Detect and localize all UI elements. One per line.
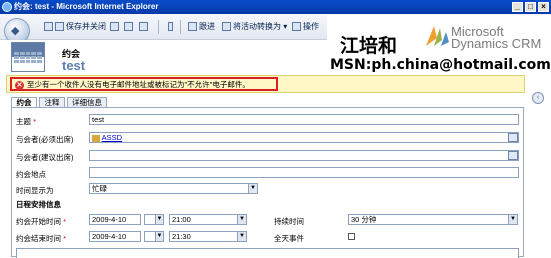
toolbar-separator — [180, 20, 181, 34]
tab-details[interactable]: 详细信息 — [67, 97, 107, 107]
ms-line2: Dynamics CRM — [451, 36, 542, 51]
optional-attendees-label: 与会者(建议出席) — [16, 153, 74, 162]
convert-label: 将活动转换为 — [233, 22, 281, 31]
subject-label: 主题 * — [16, 117, 37, 126]
duration-select[interactable]: 30 分钟 ▼ — [348, 214, 518, 225]
convert-activity-button[interactable]: 将活动转换为 ▾ — [222, 21, 287, 33]
required-attendees-input[interactable]: ASSD — [89, 132, 519, 143]
end-calendar-button[interactable]: ▼ — [144, 231, 164, 242]
schedule-section-title: 日程安排信息 — [16, 200, 61, 209]
maximize-button[interactable]: □ — [525, 2, 536, 12]
close-button[interactable]: × — [538, 2, 549, 12]
show-time-as-select[interactable]: 忙碌 ▼ — [89, 183, 258, 194]
minimize-button[interactable]: _ — [512, 2, 523, 12]
print-button[interactable] — [124, 21, 135, 33]
end-date-input[interactable]: 2009-4-10 — [89, 231, 141, 242]
dynamics-logo-icon — [426, 26, 449, 46]
error-icon: ✕ — [15, 81, 24, 90]
author-watermark: 江培和 Microsoft Dynamics CRM MSN:ph.china@h… — [327, 15, 551, 74]
attach-button[interactable] — [110, 21, 121, 33]
lookup-icon[interactable] — [508, 151, 518, 160]
author-msn: MSN:ph.china@hotmail.com — [330, 57, 551, 73]
convert-icon — [222, 22, 231, 32]
all-day-checkbox[interactable] — [348, 233, 355, 240]
delete-button[interactable] — [139, 21, 150, 33]
ms-dynamics-brand: Microsoft Dynamics CRM — [451, 25, 542, 51]
duration-label: 持续时间 — [274, 217, 304, 226]
delete-icon — [139, 22, 148, 32]
ie-icon — [2, 2, 12, 12]
followup-button[interactable]: 跟进 — [188, 21, 215, 33]
window-title: 约会: test - Microsoft Internet Explorer — [14, 2, 159, 11]
actions-label: 操作 — [303, 22, 319, 31]
start-time-label: 约会开始时间 * — [16, 217, 67, 226]
orb-icon: ◆ — [11, 25, 20, 37]
save-close-label: 保存并关闭 — [66, 22, 106, 31]
appointment-form: 主题 * test 与会者(必须出席) ASSD 与会者(建议出席) 约会地点 … — [11, 107, 524, 258]
calendar-dropdown-icon: ▼ — [155, 215, 163, 224]
lookup-icon[interactable] — [508, 133, 518, 142]
subject-input[interactable]: test — [89, 114, 519, 125]
location-label: 约会地点 — [16, 170, 46, 179]
chevron-down-icon: ▼ — [237, 215, 246, 224]
attachment-button[interactable] — [168, 21, 175, 33]
calendar-dropdown-icon: ▼ — [155, 232, 163, 241]
window-titlebar: 约会: test - Microsoft Internet Explorer _… — [0, 0, 551, 14]
attendee-link[interactable]: ASSD — [102, 133, 122, 142]
actions-button[interactable]: 操作 — [292, 21, 319, 33]
tab-appointment[interactable]: 约会 — [11, 97, 37, 107]
calendar-icon — [11, 42, 45, 72]
location-input[interactable] — [89, 167, 519, 178]
collapse-chevron-icon[interactable]: ‹ — [532, 92, 544, 104]
required-attendees-label: 与会者(必须出席) — [16, 135, 74, 144]
chevron-down-icon: ▼ — [248, 184, 257, 193]
all-day-label: 全天事件 — [274, 234, 304, 243]
chevron-down-icon: ▼ — [508, 215, 517, 224]
save-icon — [44, 22, 53, 32]
save-icon-button[interactable] — [44, 21, 55, 33]
followup-label: 跟进 — [199, 22, 215, 31]
attach-icon — [110, 22, 119, 32]
start-date-input[interactable]: 2009-4-10 — [89, 214, 141, 225]
end-time-select[interactable]: 21:30 ▼ — [169, 231, 247, 242]
save-close-button[interactable]: 保存并关闭 — [55, 21, 106, 33]
author-name: 江培和 — [340, 35, 398, 57]
contact-icon — [92, 134, 100, 142]
chevron-down-icon: ▼ — [237, 232, 246, 241]
end-time-label: 约会结束时间 * — [16, 234, 67, 243]
alert-highlight: ✕ 至少有一个收件人没有电子邮件地址或被标记为"不允许"电子邮件。 — [10, 77, 278, 91]
save-close-icon — [55, 22, 64, 32]
actions-icon — [292, 22, 301, 32]
followup-icon — [188, 22, 197, 32]
notification-bar: ✕ 至少有一个收件人没有电子邮件地址或被标记为"不允许"电子邮件。 — [6, 75, 525, 93]
optional-attendees-input[interactable] — [89, 150, 519, 161]
tab-notes[interactable]: 注释 — [39, 97, 65, 107]
toolbar-separator — [158, 20, 159, 34]
alert-message: 至少有一个收件人没有电子邮件地址或被标记为"不允许"电子邮件。 — [27, 80, 250, 89]
start-calendar-button[interactable]: ▼ — [144, 214, 164, 225]
print-icon — [124, 22, 133, 32]
record-title: test — [62, 58, 86, 73]
paperclip-icon — [168, 22, 173, 32]
start-time-select[interactable]: 21:00 ▼ — [169, 214, 247, 225]
show-time-as-label: 时间显示为 — [16, 186, 54, 195]
